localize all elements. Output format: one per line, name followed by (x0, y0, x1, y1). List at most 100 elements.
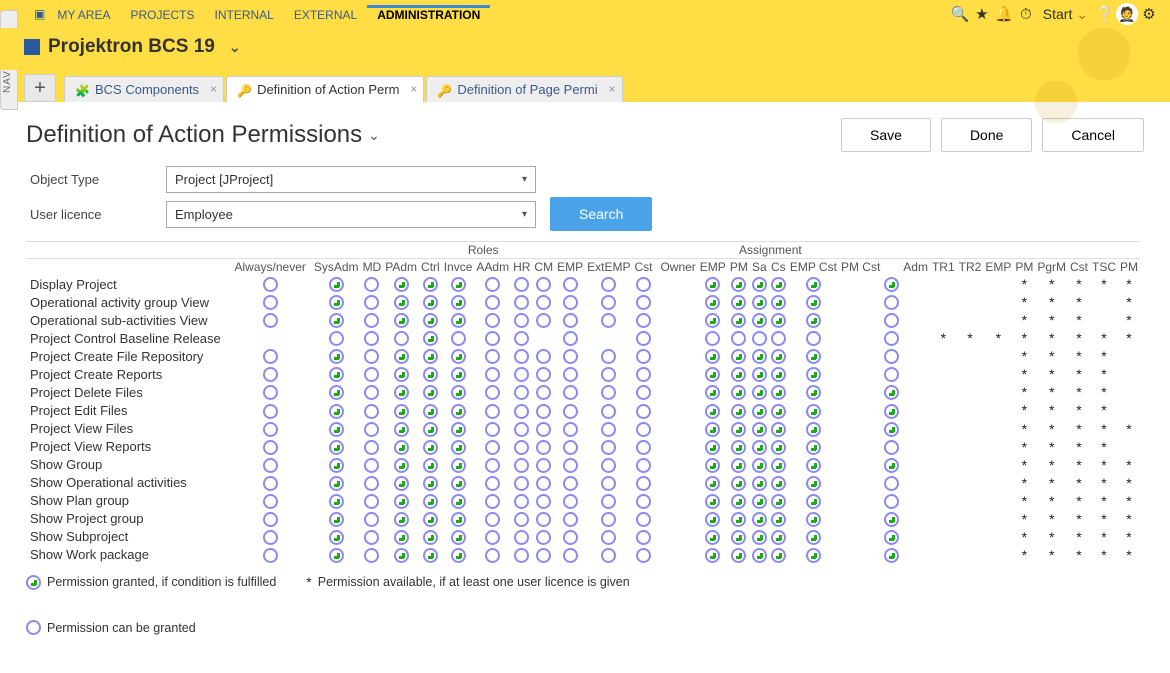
permission-granted-icon[interactable] (705, 458, 720, 473)
permission-empty-icon[interactable] (263, 476, 278, 491)
permission-granted-icon[interactable] (451, 277, 466, 292)
permission-granted-icon[interactable] (752, 385, 767, 400)
permission-granted-icon[interactable] (423, 385, 438, 400)
permission-empty-icon[interactable] (705, 331, 720, 346)
permission-granted-icon[interactable] (394, 440, 409, 455)
permission-granted-icon[interactable] (423, 313, 438, 328)
permission-granted-icon[interactable] (451, 440, 466, 455)
permission-granted-icon[interactable] (806, 367, 821, 382)
permission-empty-icon[interactable] (563, 422, 578, 437)
permission-granted-icon[interactable] (394, 295, 409, 310)
permission-granted-icon[interactable] (451, 313, 466, 328)
permission-empty-icon[interactable] (364, 385, 379, 400)
permission-granted-icon[interactable] (884, 512, 899, 527)
permission-granted-icon[interactable] (731, 367, 746, 382)
permission-granted-icon[interactable] (771, 530, 786, 545)
permission-empty-icon[interactable] (485, 367, 500, 382)
permission-granted-icon[interactable] (705, 277, 720, 292)
permission-granted-icon[interactable] (752, 295, 767, 310)
tab-definition-of-page-permi[interactable]: Definition of Page Permi× (426, 76, 622, 102)
permission-empty-icon[interactable] (563, 367, 578, 382)
permission-granted-icon[interactable] (752, 512, 767, 527)
permission-granted-icon[interactable] (771, 367, 786, 382)
permission-granted-icon[interactable] (451, 385, 466, 400)
permission-empty-icon[interactable] (364, 349, 379, 364)
permission-empty-icon[interactable] (514, 440, 529, 455)
permission-empty-icon[interactable] (536, 530, 551, 545)
permission-empty-icon[interactable] (485, 404, 500, 419)
permission-granted-icon[interactable] (394, 530, 409, 545)
permission-granted-icon[interactable] (752, 458, 767, 473)
permission-granted-icon[interactable] (731, 440, 746, 455)
permission-granted-icon[interactable] (806, 422, 821, 437)
permission-granted-icon[interactable] (329, 404, 344, 419)
permission-empty-icon[interactable] (263, 458, 278, 473)
permission-empty-icon[interactable] (263, 512, 278, 527)
permission-granted-icon[interactable] (731, 404, 746, 419)
permission-granted-icon[interactable] (731, 295, 746, 310)
permission-granted-icon[interactable] (752, 530, 767, 545)
permission-empty-icon[interactable] (364, 476, 379, 491)
permission-empty-icon[interactable] (536, 548, 551, 563)
permission-empty-icon[interactable] (884, 349, 899, 364)
permission-empty-icon[interactable] (771, 331, 786, 346)
permission-empty-icon[interactable] (485, 313, 500, 328)
permission-empty-icon[interactable] (514, 313, 529, 328)
permission-empty-icon[interactable] (536, 277, 551, 292)
permission-empty-icon[interactable] (263, 548, 278, 563)
permission-granted-icon[interactable] (771, 422, 786, 437)
permission-granted-icon[interactable] (394, 422, 409, 437)
permission-empty-icon[interactable] (263, 494, 278, 509)
permission-empty-icon[interactable] (636, 458, 651, 473)
permission-granted-icon[interactable] (423, 548, 438, 563)
tab-definition-of-action-perm[interactable]: Definition of Action Perm× (226, 76, 424, 103)
permission-empty-icon[interactable] (364, 295, 379, 310)
permission-granted-icon[interactable] (423, 458, 438, 473)
permission-granted-icon[interactable] (451, 458, 466, 473)
permission-granted-icon[interactable] (329, 385, 344, 400)
permission-empty-icon[interactable] (884, 331, 899, 346)
permission-granted-icon[interactable] (752, 349, 767, 364)
permission-granted-icon[interactable] (705, 476, 720, 491)
permission-empty-icon[interactable] (601, 548, 616, 563)
permission-empty-icon[interactable] (536, 385, 551, 400)
permission-empty-icon[interactable] (601, 494, 616, 509)
permission-granted-icon[interactable] (806, 494, 821, 509)
permission-empty-icon[interactable] (514, 494, 529, 509)
permission-empty-icon[interactable] (364, 548, 379, 563)
permission-granted-icon[interactable] (423, 367, 438, 382)
permission-empty-icon[interactable] (263, 404, 278, 419)
permission-granted-icon[interactable] (423, 277, 438, 292)
permission-granted-icon[interactable] (423, 422, 438, 437)
permission-granted-icon[interactable] (423, 530, 438, 545)
tab-bcs-components[interactable]: BCS Components× (64, 76, 224, 102)
permission-granted-icon[interactable] (752, 476, 767, 491)
permission-granted-icon[interactable] (451, 512, 466, 527)
nav-internal[interactable]: INTERNAL (205, 8, 284, 22)
permission-empty-icon[interactable] (563, 313, 578, 328)
permission-granted-icon[interactable] (731, 476, 746, 491)
new-tab-button[interactable]: + (24, 74, 56, 102)
permission-empty-icon[interactable] (884, 476, 899, 491)
permission-empty-icon[interactable] (601, 349, 616, 364)
permission-empty-icon[interactable] (884, 313, 899, 328)
permission-empty-icon[interactable] (514, 277, 529, 292)
permission-empty-icon[interactable] (364, 277, 379, 292)
permission-granted-icon[interactable] (451, 530, 466, 545)
permission-empty-icon[interactable] (364, 331, 379, 346)
permission-empty-icon[interactable] (563, 404, 578, 419)
user-licence-select[interactable]: Employee▾ (166, 201, 536, 228)
permission-empty-icon[interactable] (514, 476, 529, 491)
permission-granted-icon[interactable] (806, 512, 821, 527)
permission-granted-icon[interactable] (705, 313, 720, 328)
permission-granted-icon[interactable] (771, 440, 786, 455)
permission-granted-icon[interactable] (423, 440, 438, 455)
permission-granted-icon[interactable] (394, 458, 409, 473)
permission-granted-icon[interactable] (394, 476, 409, 491)
permission-granted-icon[interactable] (731, 385, 746, 400)
permission-empty-icon[interactable] (485, 295, 500, 310)
permission-empty-icon[interactable] (485, 440, 500, 455)
permission-empty-icon[interactable] (601, 277, 616, 292)
permission-empty-icon[interactable] (884, 367, 899, 382)
permission-granted-icon[interactable] (451, 349, 466, 364)
